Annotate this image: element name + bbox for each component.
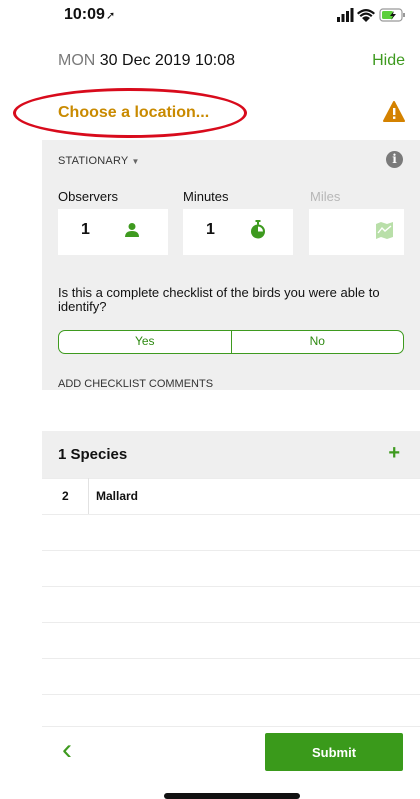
complete-segmented-control[interactable]: Yes No [58,330,404,354]
chevron-down-icon: ▼ [131,157,140,166]
divider [42,726,420,727]
complete-no-button[interactable]: No [232,331,404,353]
divider [42,514,420,515]
status-icons [337,7,407,28]
choose-location-link[interactable]: Choose a location... [58,104,209,122]
minutes-value: 1 [206,221,215,238]
add-comments-button[interactable]: ADD CHECKLIST COMMENTS [58,378,213,390]
wifi-icon [357,9,375,22]
species-name[interactable]: Mallard [96,489,138,503]
divider [42,550,420,551]
back-button[interactable]: ‹ [62,735,72,765]
divider [42,478,420,479]
warning-icon[interactable] [383,101,405,123]
checklist-datetime[interactable]: MON 30 Dec 2019 10:08 [58,52,235,70]
divider [42,658,420,659]
species-count[interactable]: 2 [62,489,69,503]
complete-checklist-question: Is this a complete checklist of the bird… [58,285,380,314]
protocol-selector[interactable]: STATIONARY ▼ [58,155,140,167]
miles-label: Miles [310,189,341,204]
person-icon [124,222,140,243]
observers-label: Observers [58,189,118,204]
complete-yes-button[interactable]: Yes [59,331,232,353]
hide-button[interactable]: Hide [372,52,405,70]
status-time: 10:09 [64,6,105,23]
date-day: MON [58,52,96,69]
home-indicator [164,793,300,799]
signal-icon [337,8,354,22]
info-icon[interactable]: i [386,151,403,168]
stopwatch-icon [249,220,267,244]
observers-value: 1 [81,221,90,238]
location-services-icon: ➚ [106,10,116,22]
submit-button[interactable]: Submit [265,733,403,771]
minutes-field[interactable] [183,209,293,255]
date-value: 30 Dec 2019 10:08 [99,52,235,69]
protocol-label: STATIONARY [58,155,129,167]
battery-icon [379,8,405,22]
add-species-button[interactable]: + [388,442,400,465]
divider [42,694,420,695]
divider [42,586,420,587]
observers-field[interactable] [58,209,168,255]
divider [42,622,420,623]
divider [88,478,89,515]
species-count-title: 1 Species [58,446,128,463]
minutes-label: Minutes [183,189,229,204]
map-icon [375,222,394,244]
